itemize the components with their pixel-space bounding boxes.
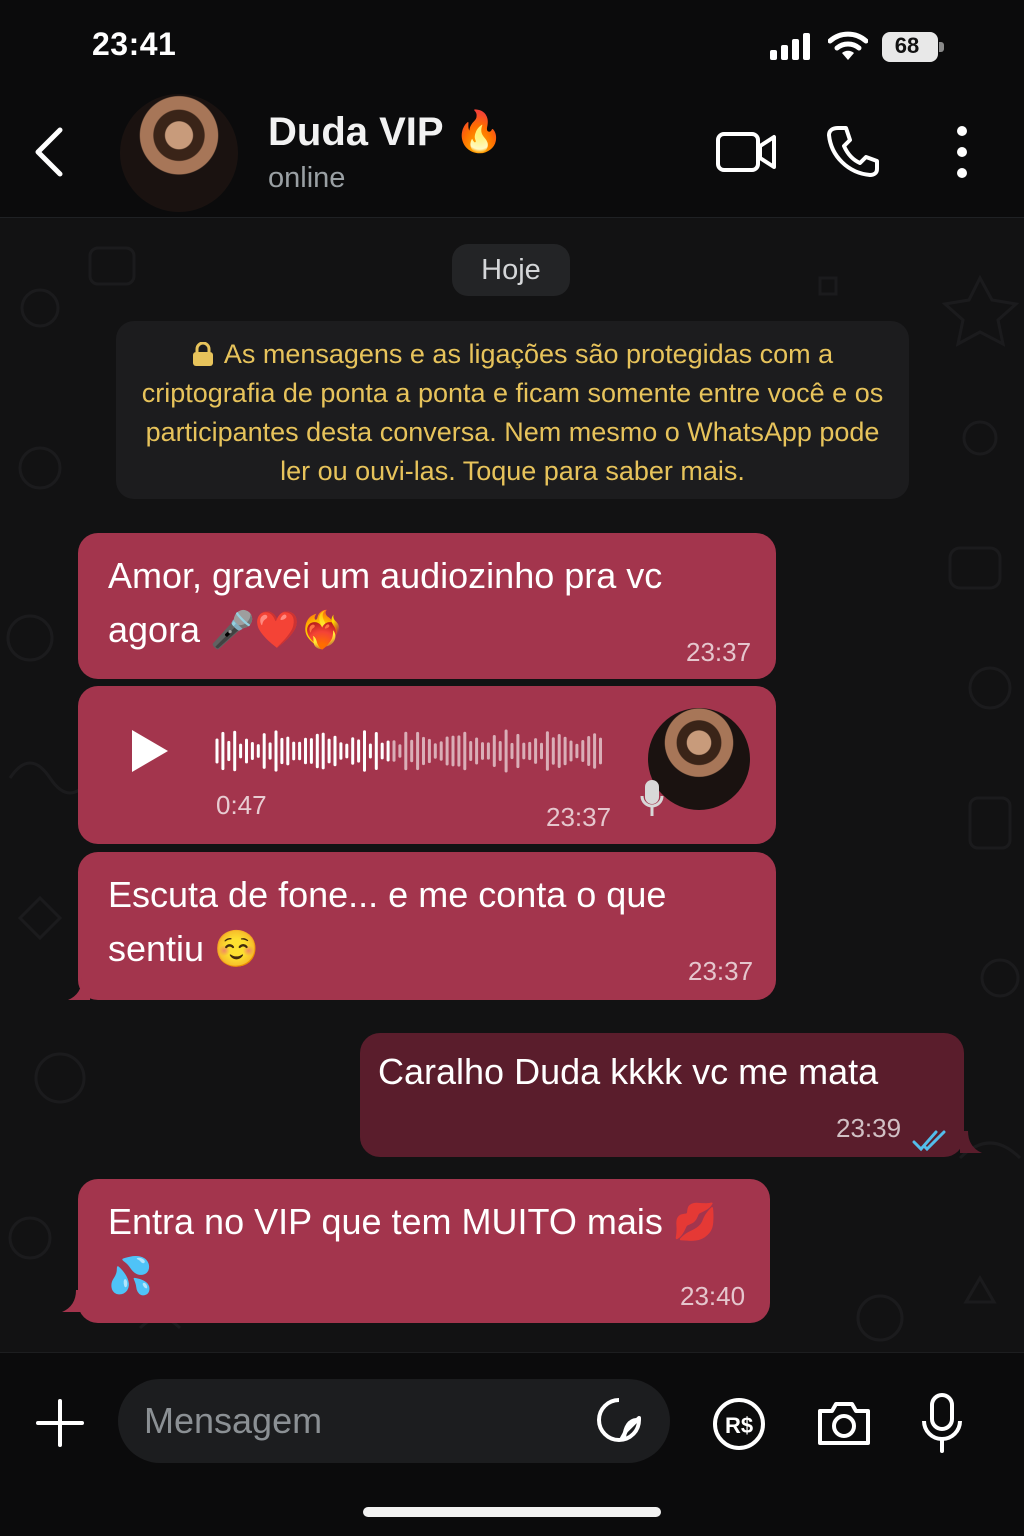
phone-call-icon[interactable] — [826, 124, 880, 178]
message-time: 23:37 — [688, 956, 754, 986]
plus-icon[interactable] — [36, 1399, 84, 1447]
pix-payment-icon[interactable]: R$ — [712, 1397, 766, 1451]
message-bubble-incoming[interactable]: Entra no VIP que tem MUITO mais 💋💦 23:40 — [78, 1179, 770, 1323]
message-input-container[interactable] — [118, 1379, 670, 1463]
message-bubble-incoming[interactable]: Escuta de fone... e me conta o que senti… — [78, 852, 776, 1000]
play-icon[interactable] — [130, 728, 170, 774]
status-time: 23:41 — [92, 26, 177, 62]
contact-name[interactable]: Duda VIP 🔥 — [268, 108, 504, 155]
battery-icon: 68 — [882, 32, 944, 62]
message-time: 23:37 — [546, 802, 612, 832]
message-text: Entra no VIP que tem MUITO mais 💋💦 — [108, 1201, 718, 1296]
lock-icon — [192, 342, 213, 366]
wifi-icon — [828, 31, 868, 60]
voice-mic-icon — [640, 780, 664, 816]
battery-percent: 68 — [894, 33, 920, 58]
message-text: Caralho Duda kkkk vc me mata — [378, 1051, 879, 1092]
svg-text:R$: R$ — [725, 1413, 753, 1438]
message-time: 23:37 — [686, 637, 752, 667]
encryption-notice[interactable]: As mensagens e as ligações são protegida… — [116, 321, 909, 499]
chat-header: Duda VIP 🔥 online — [0, 90, 1024, 218]
sticker-icon[interactable] — [596, 1397, 642, 1443]
message-input[interactable] — [144, 1379, 584, 1463]
status-bar: 23:41 68 — [0, 0, 1024, 90]
signal-icon — [770, 33, 810, 60]
contact-presence: online — [268, 162, 346, 194]
message-bubble-incoming[interactable]: Amor, gravei um audiozinho pra vc agora … — [78, 533, 776, 679]
message-text: Amor, gravei um audiozinho pra vc agora … — [108, 555, 663, 650]
message-text: Escuta de fone... e me conta o que senti… — [108, 874, 667, 969]
camera-icon[interactable] — [816, 1399, 872, 1447]
voice-duration: 0:47 — [216, 790, 267, 820]
back-chevron-icon[interactable] — [30, 126, 70, 178]
bubble-tail — [62, 1290, 84, 1312]
voice-message-bubble[interactable]: 0:47 23:37 — [78, 686, 776, 844]
microphone-icon[interactable] — [920, 1393, 964, 1453]
audio-waveform[interactable] — [214, 726, 608, 776]
date-separator: Hoje — [452, 244, 570, 296]
message-bubble-outgoing[interactable]: Caralho Duda kkkk vc me mata 23:39 — [360, 1033, 964, 1157]
message-time: 23:39 — [836, 1113, 902, 1143]
message-time: 23:40 — [680, 1281, 746, 1311]
read-receipt-icon — [912, 1130, 946, 1152]
message-composer: R$ — [0, 1352, 1024, 1536]
video-call-icon[interactable] — [716, 130, 776, 174]
bubble-tail — [960, 1131, 982, 1153]
home-indicator — [363, 1507, 661, 1517]
chat-area[interactable]: Hoje As mensagens e as ligações são prot… — [0, 218, 1024, 1352]
bubble-tail — [68, 978, 90, 1000]
more-vertical-icon[interactable] — [950, 124, 974, 180]
contact-avatar[interactable] — [120, 94, 238, 212]
encryption-text: As mensagens e as ligações são protegida… — [141, 339, 884, 486]
